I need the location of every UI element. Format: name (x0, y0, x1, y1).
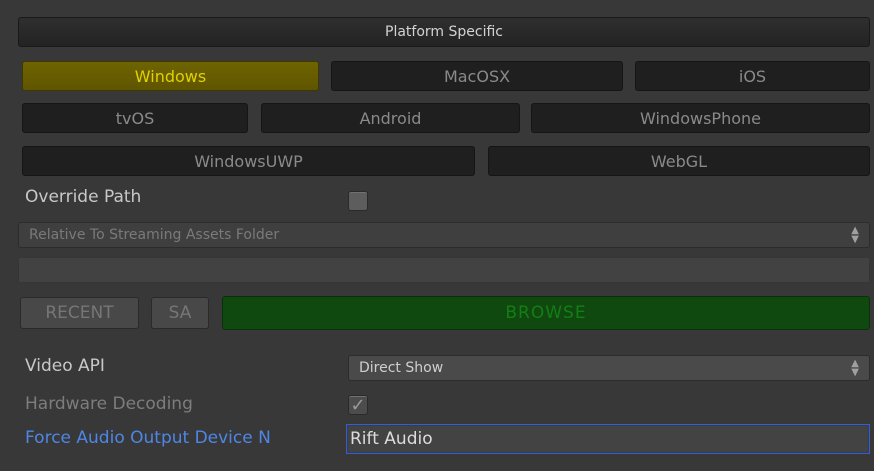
force-audio-label: Force Audio Output Device N (25, 428, 271, 448)
recent-button[interactable]: RECENT (20, 297, 139, 329)
tab-windowsphone[interactable]: WindowsPhone (531, 103, 870, 133)
override-path-checkbox[interactable] (348, 191, 368, 211)
path-mode-dropdown[interactable]: Relative To Streaming Assets Folder ▲ ▼ (18, 222, 870, 248)
hardware-decoding-checkbox[interactable]: ✓ (348, 395, 368, 415)
path-field[interactable] (18, 257, 870, 283)
dropdown-arrows-icon: ▲ ▼ (851, 225, 859, 245)
video-api-label: Video API (25, 356, 105, 376)
tab-android[interactable]: Android (261, 103, 520, 133)
tab-windowsuwp[interactable]: WindowsUWP (22, 146, 475, 176)
dropdown-arrows-icon: ▲ ▼ (851, 358, 859, 378)
video-api-value: Direct Show (359, 360, 444, 376)
section-header[interactable]: Platform Specific (18, 17, 870, 47)
browse-button[interactable]: BROWSE (222, 296, 870, 330)
tab-windows[interactable]: Windows (22, 61, 319, 91)
tab-macosx[interactable]: MacOSX (331, 61, 623, 91)
sa-button[interactable]: SA (151, 297, 209, 329)
tab-ios[interactable]: iOS (635, 61, 870, 91)
tab-webgl[interactable]: WebGL (488, 146, 870, 176)
tab-tvos[interactable]: tvOS (22, 103, 248, 133)
checkmark-icon: ✓ (350, 395, 366, 416)
path-mode-value: Relative To Streaming Assets Folder (29, 227, 280, 243)
force-audio-input[interactable]: Rift Audio (346, 424, 870, 454)
override-path-label: Override Path (25, 187, 142, 207)
video-api-dropdown[interactable]: Direct Show ▲ ▼ (348, 355, 870, 381)
hardware-decoding-label: Hardware Decoding (25, 394, 193, 414)
